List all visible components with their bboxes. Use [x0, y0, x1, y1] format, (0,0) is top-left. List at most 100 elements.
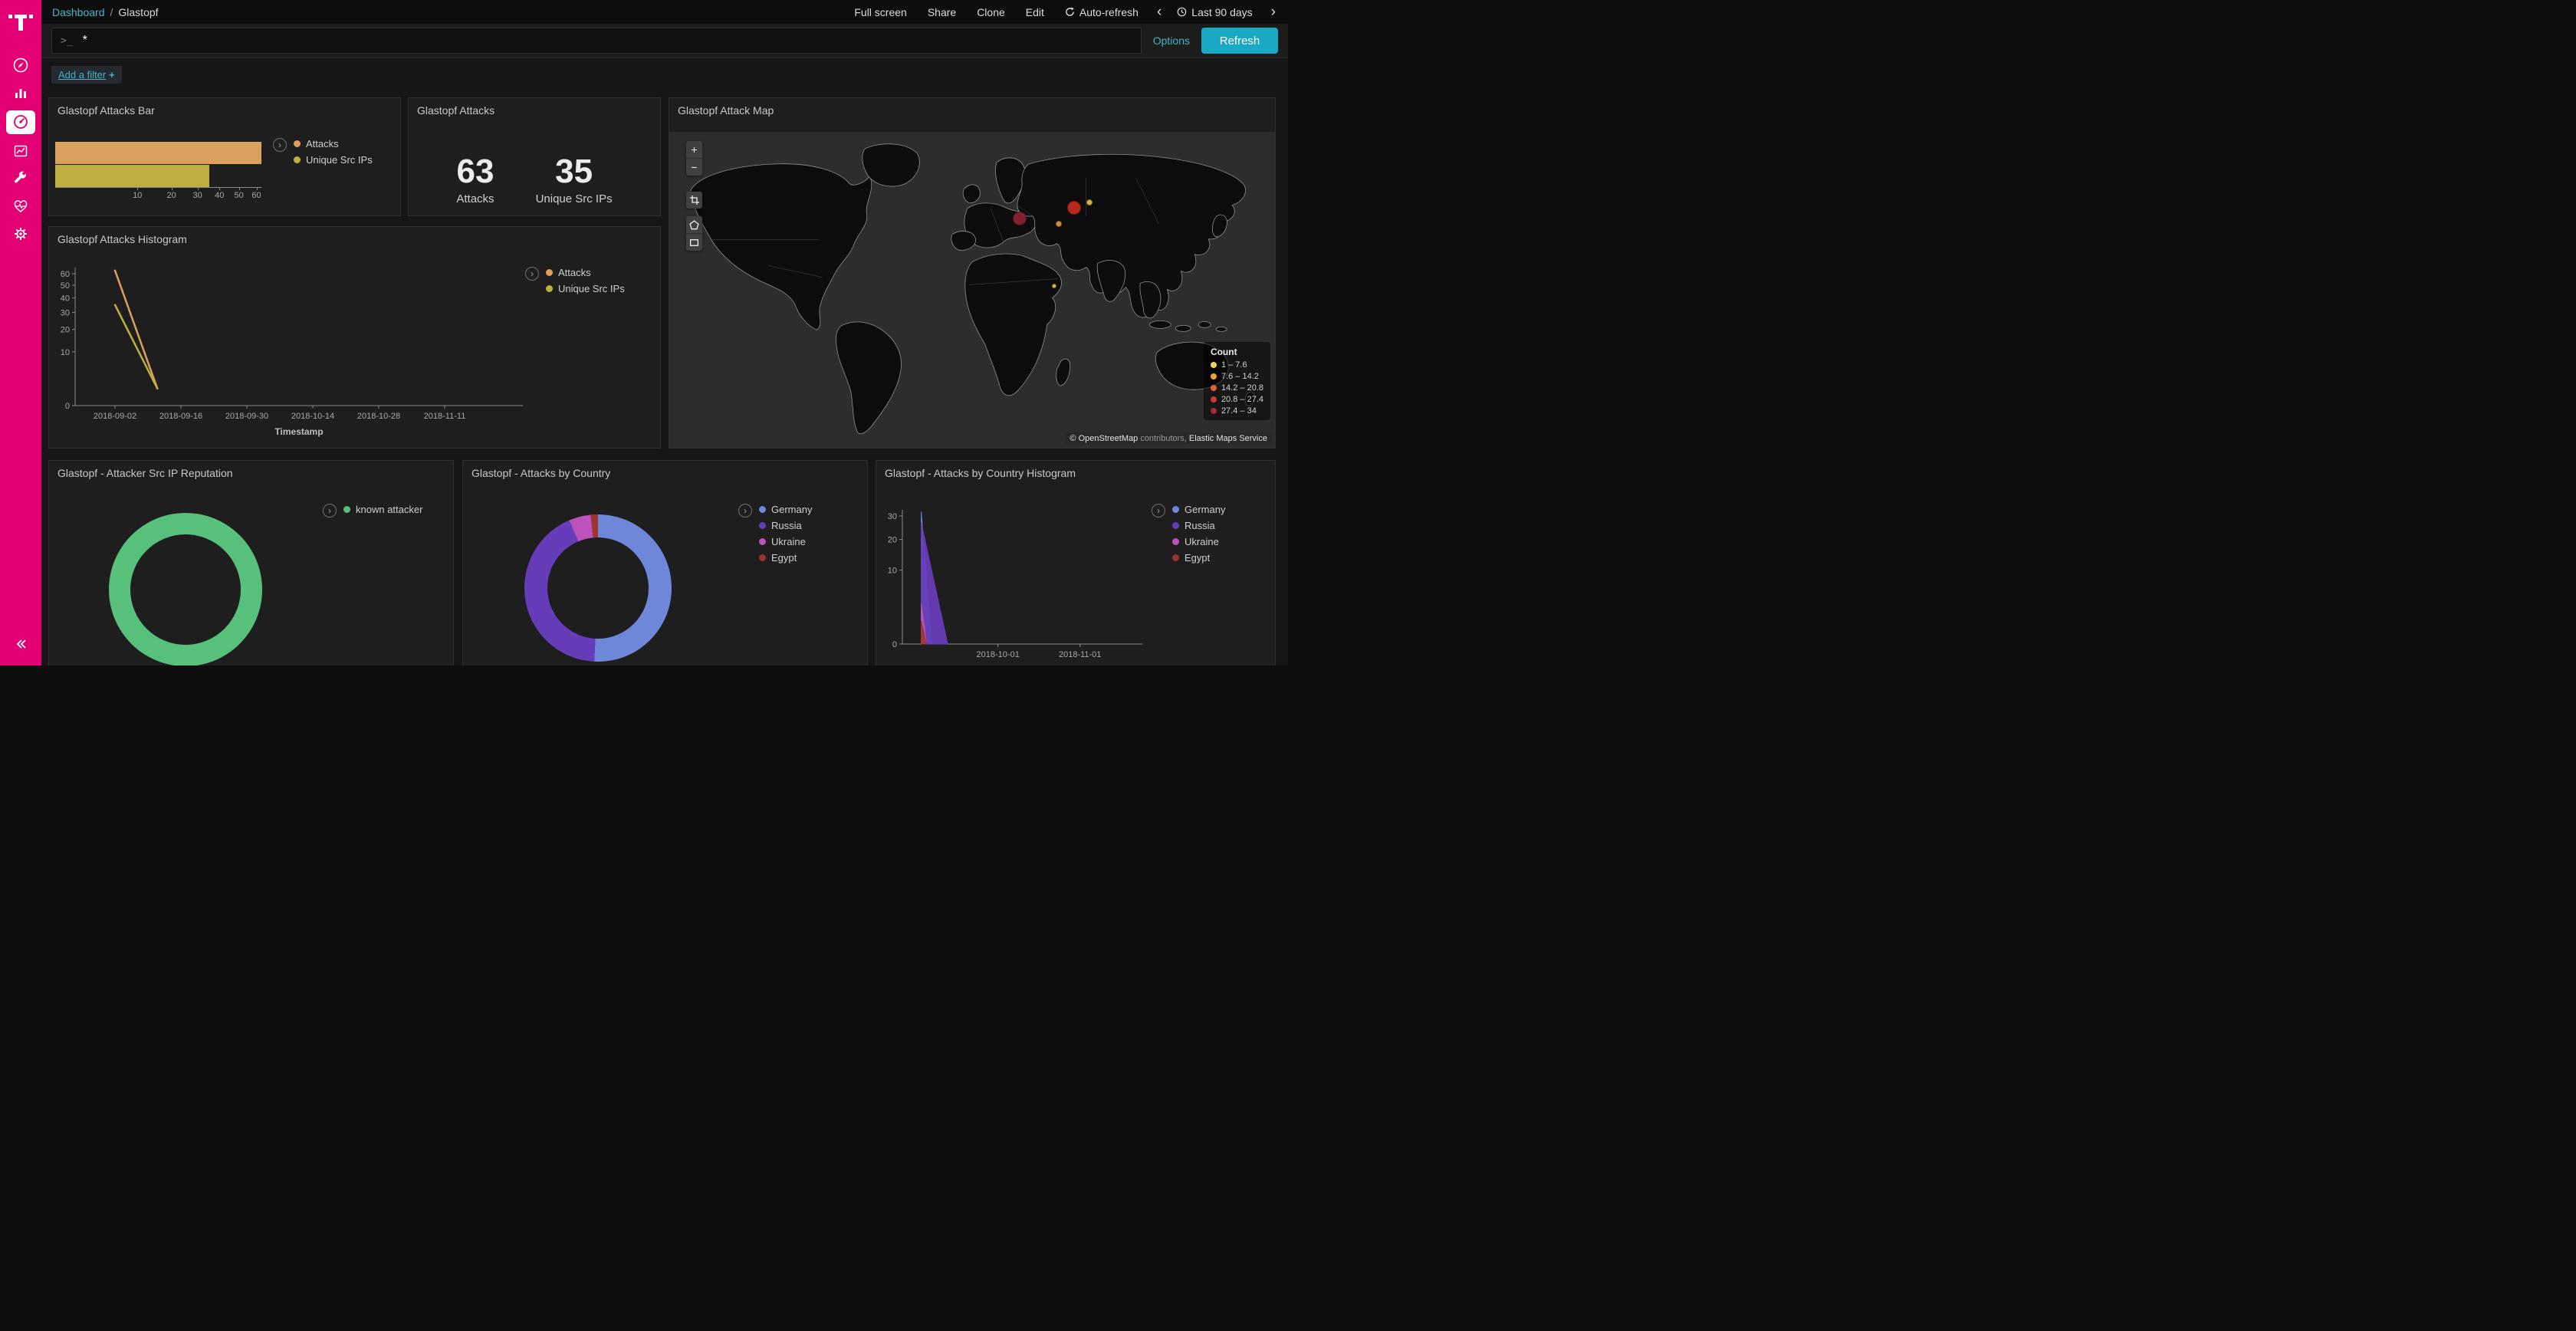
map-count-legend: Count 1 – 7.67.6 – 14.214.2 – 20.820.8 –… — [1204, 342, 1270, 420]
series-line-Attacks[interactable] — [115, 271, 157, 389]
svg-text:Timestamp: Timestamp — [274, 426, 323, 437]
country-donut-chart[interactable] — [524, 514, 672, 662]
gear-icon — [12, 225, 29, 242]
legend-label[interactable]: Ukraine — [771, 536, 806, 547]
world-map[interactable]: + − — [669, 132, 1275, 448]
legend-label[interactable]: Attacks — [558, 267, 591, 278]
sidebar-item-visualize[interactable] — [4, 79, 38, 107]
query-input[interactable] — [81, 33, 1132, 48]
legend-item-Egypt[interactable]: Egypt — [759, 552, 812, 564]
series-line-Unique Src IPs[interactable] — [115, 305, 157, 389]
panel-title[interactable]: Glastopf Attack Map — [669, 98, 1275, 123]
legend-item-Egypt[interactable]: Egypt — [1172, 552, 1225, 564]
share-button[interactable]: Share — [928, 6, 956, 18]
legend-toggle-arrow[interactable]: › — [738, 504, 752, 518]
telekom-logo[interactable] — [8, 8, 34, 38]
timelion-chart-icon — [12, 143, 29, 159]
svg-text:2018-11-01: 2018-11-01 — [1059, 650, 1101, 659]
add-filter-label[interactable]: Add a filter — [58, 69, 106, 81]
clock-icon — [1177, 7, 1187, 17]
legend-color-dot — [759, 554, 766, 561]
clone-button[interactable]: Clone — [977, 6, 1005, 18]
attack-map-marker[interactable] — [1052, 284, 1056, 288]
sidebar-item-discover[interactable] — [4, 51, 38, 79]
attack-map-marker[interactable] — [1086, 199, 1092, 205]
legend-item-Germany[interactable]: Germany — [759, 504, 812, 515]
legend-item-Ukraine[interactable]: Ukraine — [759, 536, 812, 547]
legend-item-Unique Src IPs[interactable]: Unique Src IPs — [546, 283, 625, 294]
legend-toggle-arrow[interactable]: › — [525, 267, 539, 281]
legend-label[interactable]: Unique Src IPs — [558, 283, 625, 294]
refresh-button[interactable]: Refresh — [1201, 28, 1278, 54]
svg-text:40: 40 — [61, 294, 70, 304]
panel-title[interactable]: Glastopf - Attacks by Country — [463, 461, 867, 485]
rectangle-icon — [689, 238, 699, 248]
sidebar-item-management[interactable] — [4, 220, 38, 248]
legend-label[interactable]: Attacks — [306, 138, 339, 150]
legend-item-Russia[interactable]: Russia — [759, 520, 812, 531]
breadcrumb-dashboard-link[interactable]: Dashboard — [52, 6, 105, 18]
legend-item-Ukraine[interactable]: Ukraine — [1172, 536, 1225, 547]
breadcrumb-current-page: Glastopf — [118, 6, 158, 18]
rectangle-tool-button[interactable] — [686, 234, 702, 251]
query-bar: >_ Options Refresh — [41, 24, 1288, 58]
legend-toggle-arrow[interactable]: › — [273, 138, 287, 152]
legend-label[interactable]: known attacker — [356, 504, 422, 515]
time-range-picker[interactable]: Last 90 days — [1177, 6, 1252, 18]
selected-app-pill — [6, 110, 35, 134]
full-screen-button[interactable]: Full screen — [854, 6, 906, 18]
query-options-link[interactable]: Options — [1153, 35, 1190, 47]
legend-label[interactable]: Egypt — [771, 552, 797, 564]
sidebar-item-monitoring[interactable] — [4, 192, 38, 220]
panel-title[interactable]: Glastopf - Attacker Src IP Reputation — [49, 461, 453, 485]
legend-item-Attacks[interactable]: Attacks — [546, 267, 625, 278]
legend-label[interactable]: Russia — [1184, 520, 1215, 531]
bar-Attacks[interactable] — [55, 142, 261, 164]
legend-items: known attacker — [343, 504, 422, 515]
legend-toggle-arrow[interactable]: › — [323, 504, 337, 518]
series-area-Russia[interactable] — [922, 523, 948, 645]
polygon-tool-button[interactable] — [686, 216, 702, 234]
legend-item-Russia[interactable]: Russia — [1172, 520, 1225, 531]
bar-chart-icon — [12, 84, 29, 101]
query-input-wrapper[interactable]: >_ — [51, 28, 1142, 54]
crop-tool-button[interactable] — [686, 192, 702, 209]
legend-item-Unique Src IPs[interactable]: Unique Src IPs — [294, 154, 373, 166]
sidebar-item-dashboard-selected[interactable] — [4, 107, 38, 137]
svg-text:50: 50 — [61, 281, 70, 291]
panel-title[interactable]: Glastopf Attacks — [409, 98, 660, 123]
legend-label[interactable]: Germany — [1184, 504, 1225, 515]
reputation-donut-chart[interactable] — [109, 513, 262, 666]
time-range-next-button[interactable]: › — [1270, 5, 1277, 19]
time-range-previous-button[interactable]: ‹ — [1155, 5, 1163, 19]
legend-label[interactable]: Ukraine — [1184, 536, 1219, 547]
telekom-t-icon — [8, 8, 34, 34]
legend-item-Attacks[interactable]: Attacks — [294, 138, 373, 150]
line-chart[interactable]: 01020304050602018-09-022018-09-162018-09… — [49, 227, 660, 448]
legend-item-Germany[interactable]: Germany — [1172, 504, 1225, 515]
edit-button[interactable]: Edit — [1026, 6, 1044, 18]
attack-map-marker[interactable] — [1067, 201, 1081, 215]
legend-label[interactable]: Egypt — [1184, 552, 1210, 564]
legend-label[interactable]: Germany — [771, 504, 812, 515]
legend-label[interactable]: Russia — [771, 520, 802, 531]
add-filter-button[interactable]: Add a filter+ — [51, 66, 122, 84]
legend-toggle-arrow[interactable]: › — [1152, 504, 1165, 518]
zoom-out-button[interactable]: − — [686, 159, 702, 176]
legend-item-known attacker[interactable]: known attacker — [343, 504, 422, 515]
legend-color-dot — [1172, 538, 1179, 545]
openstreetmap-link[interactable]: © OpenStreetMap — [1070, 434, 1138, 443]
elastic-maps-service-link[interactable]: Elastic Maps Service — [1189, 434, 1267, 443]
sidebar-item-timelion[interactable] — [4, 137, 38, 165]
sidebar-item-dev-tools[interactable] — [4, 165, 38, 192]
attack-map-marker[interactable] — [1013, 212, 1027, 225]
svg-text:0: 0 — [892, 640, 897, 649]
bar-Unique Src IPs[interactable] — [55, 165, 209, 187]
legend-label[interactable]: Unique Src IPs — [306, 154, 373, 166]
collapse-sidebar-button[interactable] — [4, 630, 38, 658]
chart-legend: › known attacker — [323, 504, 422, 518]
zoom-in-button[interactable]: + — [686, 141, 702, 159]
svg-text:2018-11-11: 2018-11-11 — [424, 412, 466, 421]
attack-map-marker[interactable] — [1056, 221, 1062, 227]
auto-refresh-button[interactable]: Auto-refresh — [1065, 6, 1138, 18]
